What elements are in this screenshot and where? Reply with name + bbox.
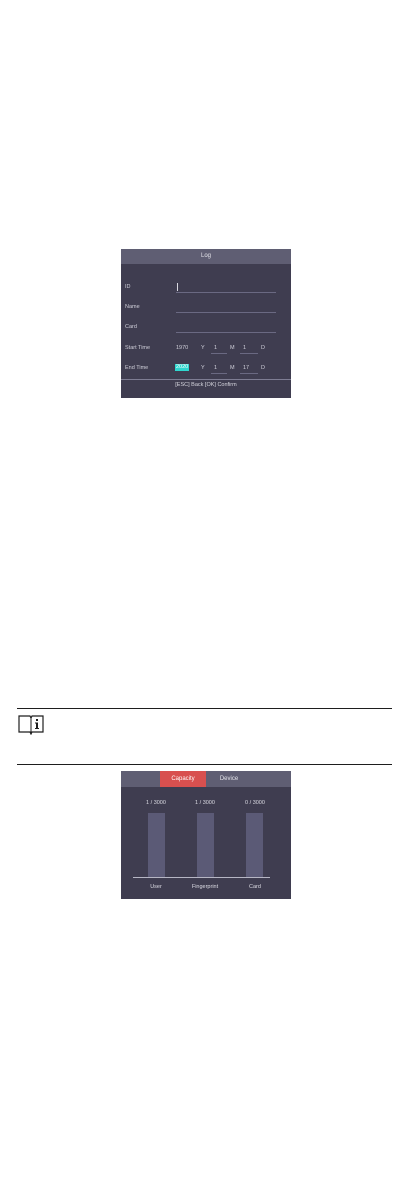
footer-divider — [121, 379, 291, 380]
fingerprint-capacity-bar — [197, 813, 214, 877]
start-month-unit: M — [230, 345, 235, 351]
card-row[interactable]: Card — [121, 321, 291, 335]
fingerprint-count: 1 / 3000 — [195, 800, 215, 806]
capacity-axis-line — [133, 877, 270, 878]
log-screen: Log ID Name Card Start Time 1970 Y 1 M 1… — [121, 249, 291, 398]
start-month-field[interactable]: 1 — [214, 345, 217, 351]
card-label: Card — [249, 884, 261, 890]
end-month-unit: M — [230, 365, 235, 371]
user-label: User — [150, 884, 162, 890]
capacity-tab-bar: Capacity Device — [121, 771, 291, 787]
info-book-icon — [18, 715, 44, 735]
end-time-row[interactable]: End Time 2020 Y 1 M 17 D — [121, 362, 291, 376]
name-label: Name — [125, 304, 140, 310]
id-label: ID — [125, 284, 131, 290]
tab-capacity[interactable]: Capacity — [160, 771, 206, 787]
card-input[interactable] — [176, 332, 276, 333]
start-day-underline — [240, 353, 258, 354]
end-day-unit: D — [261, 365, 265, 371]
start-time-row[interactable]: Start Time 1970 Y 1 M 1 D — [121, 342, 291, 356]
end-day-field[interactable]: 17 — [243, 365, 249, 371]
start-time-label: Start Time — [125, 345, 151, 351]
card-count: 0 / 3000 — [245, 800, 265, 806]
card-label: Card — [125, 324, 137, 330]
start-year-field[interactable]: 1970 — [176, 345, 188, 351]
end-month-underline — [211, 373, 227, 374]
tab-device[interactable]: Device — [206, 771, 252, 787]
text-cursor — [177, 283, 178, 291]
id-input[interactable] — [176, 292, 276, 293]
user-capacity-bar — [148, 813, 165, 877]
user-count: 1 / 3000 — [146, 800, 166, 806]
end-day-underline — [240, 373, 258, 374]
note-bottom-rule — [17, 764, 392, 765]
start-month-underline — [211, 353, 227, 354]
fingerprint-label: Fingerprint — [191, 884, 219, 890]
start-day-unit: D — [261, 345, 265, 351]
end-month-field[interactable]: 1 — [214, 365, 217, 371]
name-input[interactable] — [176, 312, 276, 313]
start-year-unit: Y — [201, 345, 205, 351]
end-year-field[interactable]: 2020 — [175, 364, 190, 371]
name-row[interactable]: Name — [121, 301, 291, 315]
capacity-screen: Capacity Device 1 / 3000 1 / 3000 0 / 30… — [121, 771, 291, 899]
id-row[interactable]: ID — [121, 281, 291, 295]
log-title: Log — [121, 249, 291, 264]
end-time-label: End Time — [125, 365, 149, 371]
log-footer-hint: [ESC] Back [OK] Confirm — [175, 382, 237, 388]
note-top-rule — [17, 708, 392, 709]
end-year-unit: Y — [201, 365, 205, 371]
card-capacity-bar — [246, 813, 263, 877]
start-day-field[interactable]: 1 — [243, 345, 246, 351]
